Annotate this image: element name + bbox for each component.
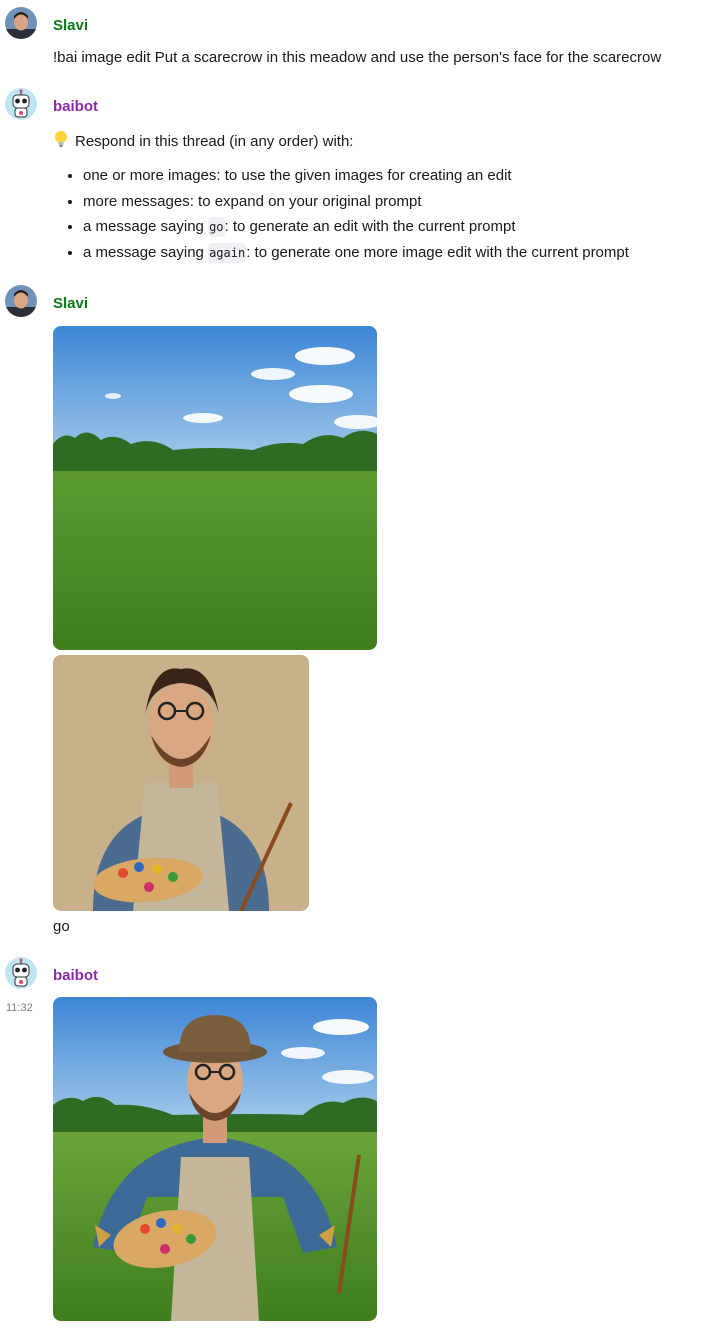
- list-item-text: : to generate an edit with the current p…: [224, 218, 516, 236]
- list-item: one or more images: to use the given ima…: [83, 166, 629, 192]
- bot-avatar[interactable]: [5, 957, 37, 989]
- list-item: more messages: to expand on your origina…: [83, 192, 629, 218]
- sender-name[interactable]: Slavi: [53, 295, 88, 313]
- option-list: one or more images: to use the given ima…: [53, 166, 629, 269]
- lightbulb-icon: [53, 130, 69, 154]
- list-item-text: a message saying: [83, 218, 209, 236]
- intro-text: Respond in this thread (in any order) wi…: [75, 133, 354, 150]
- message-text: !bai image edit Put a scarecrow in this …: [53, 49, 662, 66]
- scarecrow-edit-image[interactable]: [53, 997, 377, 1321]
- code-go: go: [208, 217, 225, 238]
- meadow-image[interactable]: [53, 326, 377, 650]
- bot-avatar[interactable]: [5, 88, 37, 120]
- list-item-text: a message saying: [83, 244, 209, 262]
- list-item: a message saying go: to generate an edit…: [83, 217, 629, 243]
- bot-intro: Respond in this thread (in any order) wi…: [53, 130, 353, 154]
- code-again: again: [208, 243, 247, 264]
- user-avatar[interactable]: [5, 7, 37, 39]
- list-item-text: one or more images: to use the given ima…: [83, 167, 512, 184]
- list-item: a message saying again: to generate one …: [83, 243, 629, 269]
- sender-name[interactable]: baibot: [53, 98, 98, 116]
- sender-name[interactable]: baibot: [53, 967, 98, 985]
- user-avatar[interactable]: [5, 285, 37, 317]
- sender-name[interactable]: Slavi: [53, 17, 88, 35]
- list-item-text: more messages: to expand on your origina…: [83, 192, 422, 210]
- message-timestamp: 11:32: [6, 1002, 33, 1014]
- list-item-text: : to generate one more image edit with t…: [246, 244, 629, 262]
- message-text: go: [53, 918, 70, 935]
- painter-portrait-image[interactable]: [53, 655, 309, 911]
